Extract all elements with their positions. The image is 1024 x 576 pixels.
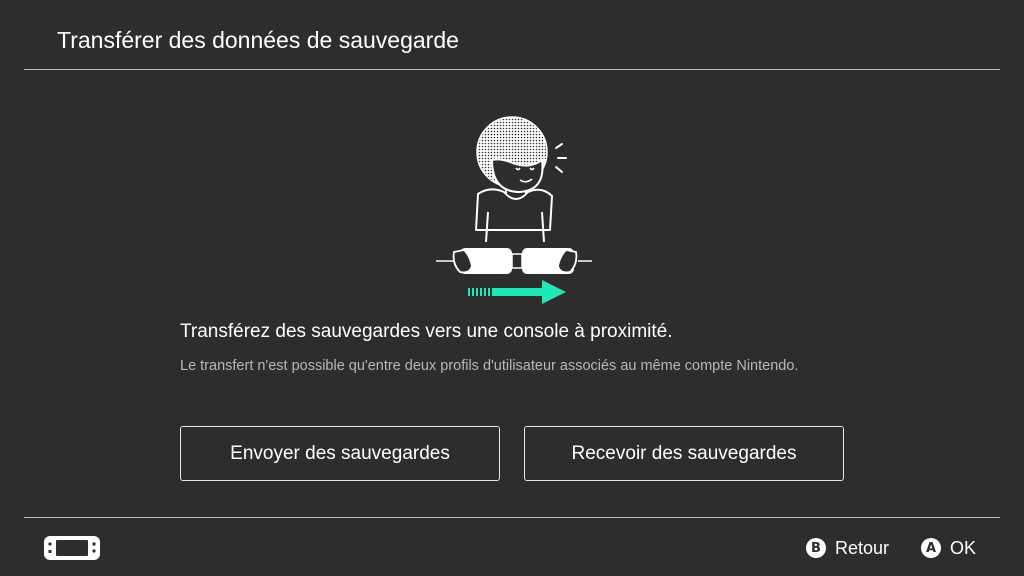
transfer-note: Le transfert n'est possible qu'entre deu… <box>180 358 799 374</box>
a-button-icon: A <box>920 538 941 558</box>
receive-saves-button[interactable]: Recevoir des sauvegardes <box>524 426 844 481</box>
person-transferring-console-illustration <box>436 116 592 304</box>
back-action[interactable]: B Retour <box>805 537 889 559</box>
send-saves-button[interactable]: Envoyer des sauvegardes <box>180 426 500 481</box>
ok-action[interactable]: A OK <box>920 537 976 559</box>
page-title: Transférer des données de sauvegarde <box>57 27 459 53</box>
transfer-description: Transférez des sauvegardes vers une cons… <box>180 321 673 342</box>
footer-divider <box>24 517 1000 518</box>
ok-label: OK <box>949 537 976 558</box>
header-divider <box>24 69 1000 70</box>
handheld-console-icon <box>44 536 100 560</box>
b-button-icon: B <box>805 538 826 558</box>
back-label: Retour <box>834 537 889 558</box>
footer-actions: B Retour A OK <box>805 535 976 561</box>
transfer-arrow-icon <box>468 280 566 304</box>
